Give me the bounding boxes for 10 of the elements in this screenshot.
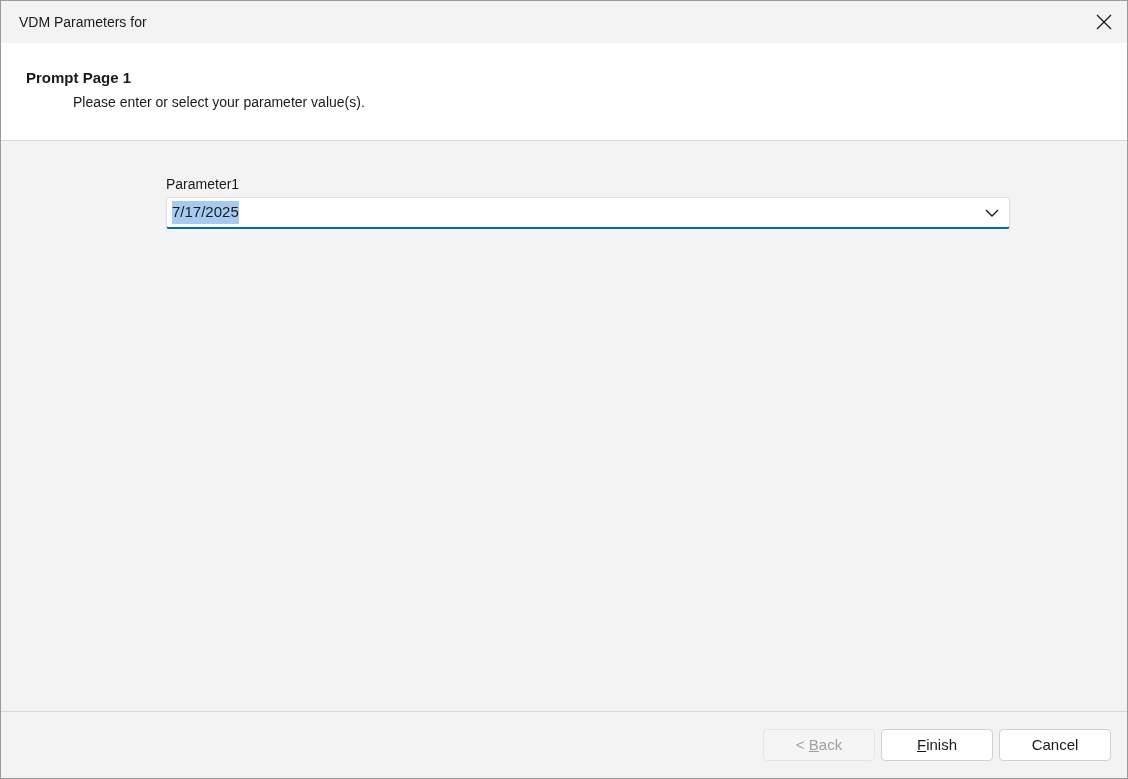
window-title: VDM Parameters for bbox=[19, 12, 147, 32]
date-dropdown[interactable]: 7/17/2025 bbox=[166, 197, 1010, 229]
field-label: Parameter1 bbox=[166, 175, 241, 194]
page-subtitle: Please enter or select your parameter value(s). bbox=[72, 92, 366, 112]
chevron-down-icon bbox=[985, 208, 999, 217]
field-value: 7/17/2025 bbox=[172, 201, 239, 224]
page-title: Prompt Page 1 bbox=[26, 68, 133, 88]
dialog-button[interactable]: Finish bbox=[881, 729, 993, 761]
close-icon bbox=[1096, 14, 1112, 30]
dialog-button[interactable]: Cancel bbox=[999, 729, 1111, 761]
